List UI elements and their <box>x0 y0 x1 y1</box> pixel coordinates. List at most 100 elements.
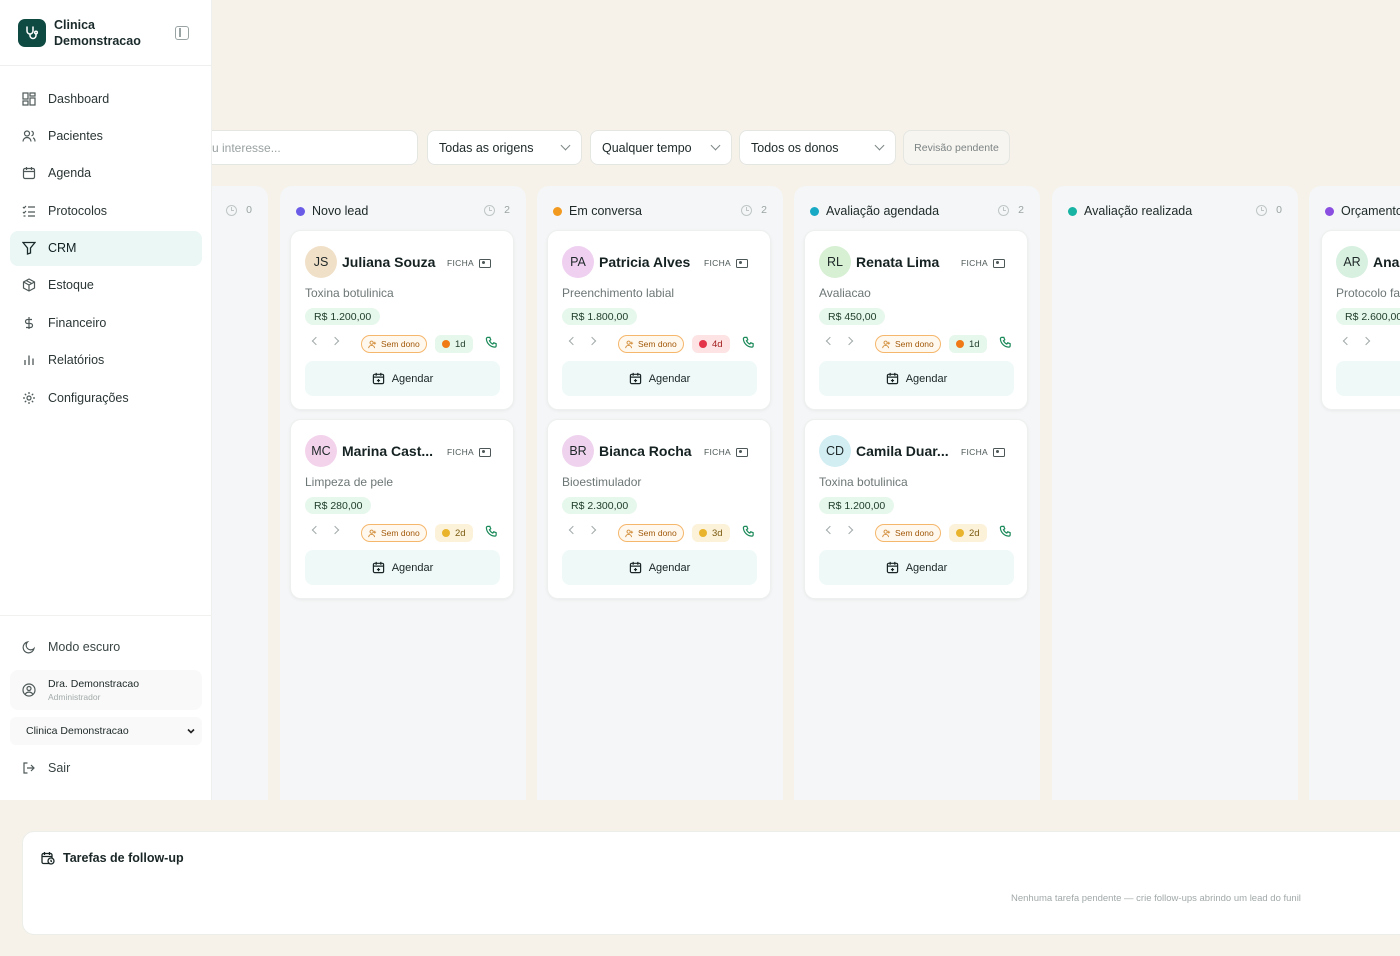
agendar-button[interactable]: Agendar <box>1336 361 1400 396</box>
owner-badge[interactable]: Sem dono <box>618 335 684 353</box>
phone-icon[interactable] <box>742 336 755 349</box>
column-title: Avaliação agendada <box>826 204 940 218</box>
sidebar: Clinica Demonstracao Dashboard Pacientes… <box>0 0 212 800</box>
nav-item-agenda[interactable]: Agenda <box>10 156 202 191</box>
lead-card[interactable]: JS Juliana Souza FICHA Toxina botulinica… <box>290 230 514 410</box>
nav-item-configuracoes[interactable]: Configurações <box>10 380 202 415</box>
dashboard-icon <box>22 91 36 106</box>
move-left-icon[interactable] <box>311 525 321 535</box>
owner-select[interactable]: Todos os donos <box>739 130 896 165</box>
age-label: 4d <box>712 338 723 350</box>
lead-card[interactable]: BR Bianca Rocha FICHA Bioestimulador R$ … <box>547 419 771 599</box>
clinic-select[interactable]: Clinica Demonstracao <box>10 717 202 745</box>
move-right-icon[interactable] <box>587 336 597 346</box>
ficha-button[interactable]: FICHA <box>447 258 491 268</box>
move-left-icon[interactable] <box>568 336 578 346</box>
owner-badge[interactable]: Sem dono <box>875 335 941 353</box>
logout-button[interactable]: Sair <box>22 761 70 775</box>
nav-item-financeiro[interactable]: Financeiro <box>10 305 202 340</box>
box-icon <box>22 278 36 293</box>
nav-item-protocolos[interactable]: Protocolos <box>10 193 202 228</box>
nav-label: Agenda <box>48 166 92 181</box>
column-header: Avaliação realizada 0 <box>1068 204 1282 218</box>
agendar-button[interactable]: Agendar <box>305 550 500 585</box>
column-header: Novo lead 2 <box>296 204 510 218</box>
move-right-icon[interactable] <box>844 525 854 535</box>
column-header: Em conversa 2 <box>553 204 767 218</box>
review-pending-button[interactable]: Revisão pendente <box>903 130 1010 165</box>
nav-label: Dashboard <box>48 91 110 106</box>
user-info: Dra. Demonstracao Administrador <box>48 678 139 702</box>
column-count: 2 <box>484 204 510 216</box>
lead-card[interactable]: AR Ana FICHA Protocolo fa R$ 2.600,00 Ag… <box>1321 230 1400 410</box>
moon-icon <box>22 640 36 654</box>
ficha-label: FICHA <box>961 258 988 268</box>
age-badge: 2d <box>949 524 987 542</box>
phone-icon[interactable] <box>999 525 1012 538</box>
lead-name[interactable]: Renata Lima <box>856 254 951 270</box>
ficha-button[interactable]: FICHA <box>704 258 748 268</box>
followup-title-text: Tarefas de follow-up <box>63 851 184 865</box>
lead-card[interactable]: PA Patricia Alves FICHA Preenchimento la… <box>547 230 771 410</box>
move-left-icon[interactable] <box>825 525 835 535</box>
owner-badge[interactable]: Sem dono <box>361 524 427 542</box>
phone-icon[interactable] <box>999 336 1012 349</box>
move-right-icon[interactable] <box>844 336 854 346</box>
card-header: MC Marina Cast... <box>305 435 437 467</box>
move-left-icon[interactable] <box>568 525 578 535</box>
phone-icon[interactable] <box>742 525 755 538</box>
lead-card[interactable]: CD Camila Duar... FICHA Toxina botulinic… <box>804 419 1028 599</box>
column-title: Orçamento <box>1341 204 1400 218</box>
agendar-button[interactable]: Agendar <box>562 361 757 396</box>
time-select[interactable]: Qualquer tempo <box>590 130 732 165</box>
lead-name[interactable]: Juliana Souza <box>342 254 437 270</box>
owner-badge[interactable]: Sem dono <box>618 524 684 542</box>
nav-item-relatorios[interactable]: Relatórios <box>10 343 202 378</box>
lead-name[interactable]: Camila Duar... <box>856 443 951 459</box>
agendar-button[interactable]: Agendar <box>562 550 757 585</box>
nav-item-dashboard[interactable]: Dashboard <box>10 81 202 116</box>
phone-icon[interactable] <box>485 525 498 538</box>
owner-badge[interactable]: Sem dono <box>361 335 427 353</box>
ficha-button[interactable]: FICHA <box>961 447 1005 457</box>
lead-name[interactable]: Marina Cast... <box>342 443 437 459</box>
lead-name[interactable]: Ana <box>1373 254 1400 270</box>
agendar-label: Agendar <box>648 561 691 574</box>
clock-icon <box>226 204 238 216</box>
move-right-icon[interactable] <box>330 336 340 346</box>
card-actions: Sem dono 2d <box>305 524 499 542</box>
agendar-button[interactable]: Agendar <box>305 361 500 396</box>
lead-name[interactable]: Patricia Alves <box>599 254 694 270</box>
move-right-icon[interactable] <box>330 525 340 535</box>
move-left-icon[interactable] <box>1342 336 1352 346</box>
ficha-button[interactable]: FICHA <box>447 447 491 457</box>
ficha-button[interactable]: FICHA <box>961 258 1005 268</box>
move-left-icon[interactable] <box>311 336 321 346</box>
origin-select[interactable]: Todas as origens <box>427 130 582 165</box>
lead-name[interactable]: Bianca Rocha <box>599 443 694 459</box>
ficha-button[interactable]: FICHA <box>704 447 748 457</box>
nav-item-pacientes[interactable]: Pacientes <box>10 118 202 153</box>
dark-mode-toggle[interactable]: Modo escuro <box>22 640 120 654</box>
owner-label: Sem dono <box>381 339 420 349</box>
nav-item-crm[interactable]: CRM <box>10 230 202 266</box>
move-right-icon[interactable] <box>1361 336 1371 346</box>
temperature-icon <box>956 529 964 537</box>
owner-badge[interactable]: Sem dono <box>875 524 941 542</box>
move-left-icon[interactable] <box>825 336 835 346</box>
search-input[interactable]: u interesse... <box>212 130 418 165</box>
user-card[interactable]: Dra. Demonstracao Administrador <box>10 670 202 710</box>
column-count: 0 <box>226 204 252 216</box>
collapse-sidebar-icon[interactable] <box>175 26 189 40</box>
lead-card[interactable]: RL Renata Lima FICHA Avaliacao R$ 450,00… <box>804 230 1028 410</box>
stethoscope-icon <box>18 18 46 47</box>
phone-icon[interactable] <box>485 336 498 349</box>
nav-item-estoque[interactable]: Estoque <box>10 268 202 303</box>
kanban-column-orcamento: Orçamento AR Ana FICHA Protocolo fa R$ 2… <box>1309 186 1400 800</box>
agendar-button[interactable]: Agendar <box>819 361 1014 396</box>
fire-icon <box>956 340 964 348</box>
agendar-button[interactable]: Agendar <box>819 550 1014 585</box>
lead-card[interactable]: MC Marina Cast... FICHA Limpeza de pele … <box>290 419 514 599</box>
followup-title: Tarefas de follow-up <box>41 851 184 865</box>
move-right-icon[interactable] <box>587 525 597 535</box>
